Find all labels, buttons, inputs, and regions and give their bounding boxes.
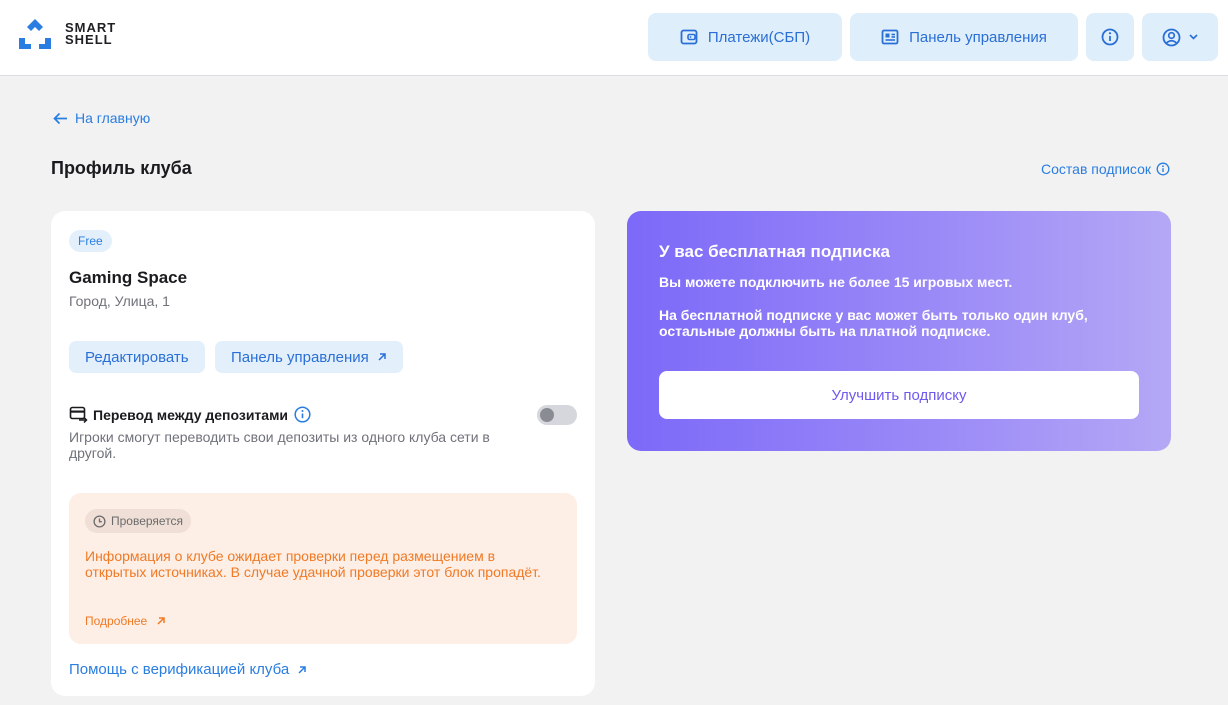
back-to-home-link[interactable]: На главную	[53, 110, 150, 126]
deposit-transfer-setting: Перевод между депозитами Игроки смогут п…	[69, 406, 579, 461]
verification-help-link[interactable]: Помощь с верификацией клуба	[69, 661, 307, 678]
user-menu-button[interactable]	[1142, 13, 1218, 61]
promo-club-limit-text: На бесплатной подписке у вас может быть …	[659, 307, 1088, 339]
payments-button[interactable]: Платежи(СБП)	[648, 13, 842, 61]
arrow-up-right-icon	[157, 617, 165, 625]
transfer-title: Перевод между депозитами	[93, 406, 289, 423]
arrow-up-right-icon	[298, 665, 306, 674]
upgrade-button-label: Улучшить подписку	[831, 386, 967, 404]
smart-shell-logo[interactable]: SMART SHELL	[17, 18, 116, 50]
plan-badge: Free	[69, 230, 112, 252]
club-profile-card: Free Gaming Space Город, Улица, 1 Редакт…	[51, 211, 595, 696]
control-panel-button-label: Панель управления	[909, 28, 1047, 46]
more-details-link[interactable]: Подробнее	[85, 614, 166, 628]
transfer-description: Игроки смогут переводить свои депозиты и…	[69, 429, 490, 461]
logo-text: SMART SHELL	[65, 21, 116, 47]
more-details-label: Подробнее	[85, 614, 148, 628]
club-address: Город, Улица, 1	[69, 293, 170, 309]
control-panel-button[interactable]: Панель управления	[850, 13, 1078, 61]
verification-help-label: Помощь с верификацией клуба	[69, 661, 290, 678]
back-link-label: На главную	[75, 110, 151, 126]
verification-alert-text: Информация о клубе ожидает проверки пере…	[85, 548, 541, 580]
top-header: SMART SHELL Платежи(СБП) Панель управлен…	[0, 0, 1228, 76]
clock-icon	[93, 514, 106, 528]
transfer-header: Перевод между депозитами	[69, 406, 579, 423]
user-circle-icon	[1162, 28, 1181, 46]
edit-button-label: Редактировать	[85, 348, 189, 366]
arrow-up-right-icon	[378, 353, 386, 361]
club-panel-button[interactable]: Панель управления	[215, 341, 403, 373]
payments-button-label: Платежи(СБП)	[707, 28, 811, 46]
subscription-promo-card: У вас бесплатная подписка Вы можете подк…	[627, 211, 1171, 451]
status-badge: Проверяется	[85, 509, 192, 533]
club-panel-button-label: Панель управления	[231, 348, 369, 366]
subscriptions-link-label: Состав подписок	[1041, 161, 1151, 177]
transfer-icon	[69, 406, 88, 423]
upgrade-subscription-button[interactable]: Улучшить подписку	[659, 371, 1139, 419]
status-badge-label: Проверяется	[111, 514, 184, 528]
info-button[interactable]	[1086, 13, 1134, 61]
promo-title: У вас бесплатная подписка	[659, 242, 890, 261]
club-name: Gaming Space	[69, 268, 188, 287]
edit-button[interactable]: Редактировать	[69, 341, 205, 373]
subscriptions-composition-link[interactable]: Состав подписок	[1041, 161, 1170, 177]
toggle-knob	[540, 408, 554, 422]
smart-shell-logo-icon	[19, 19, 51, 49]
transfer-toggle[interactable]	[537, 405, 577, 425]
logo-line-2: SHELL	[65, 32, 113, 47]
arrow-left-icon	[53, 112, 67, 124]
page-title: Профиль клуба	[51, 158, 192, 178]
info-icon	[1101, 28, 1119, 46]
info-icon[interactable]	[294, 406, 311, 423]
info-icon	[1156, 162, 1170, 176]
promo-seat-limit-text: Вы можете подключить не более 15 игровых…	[659, 274, 1013, 290]
wallet-icon	[680, 29, 698, 45]
dashboard-icon	[881, 29, 899, 45]
verification-alert: Проверяется Информация о клубе ожидает п…	[69, 493, 577, 644]
chevron-down-icon	[1189, 34, 1198, 40]
